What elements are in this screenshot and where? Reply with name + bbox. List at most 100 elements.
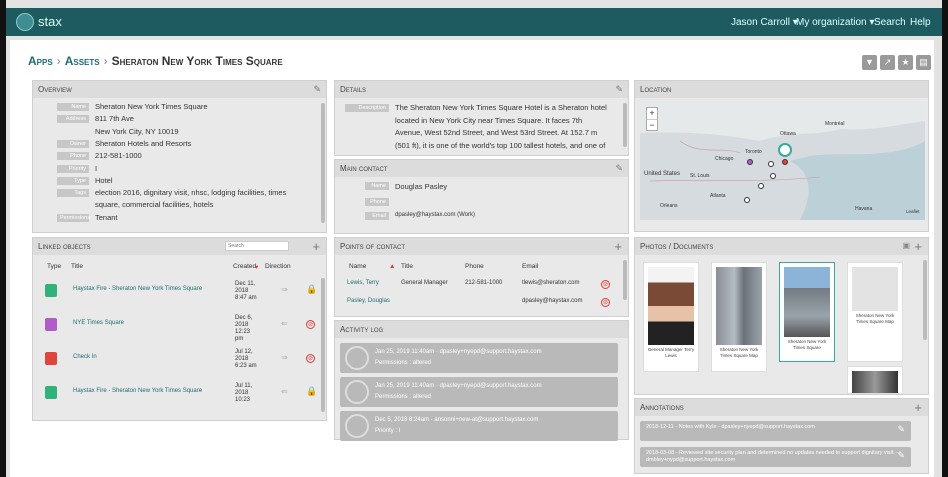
linked-title[interactable]: NYE Times Square: [73, 320, 124, 326]
document-icon: [45, 284, 57, 297]
created-date: Jul 11,: [235, 383, 253, 389]
search-input[interactable]: [225, 241, 289, 251]
overview-header: Overview ✎: [33, 81, 326, 98]
photo-thumbnail[interactable]: Sheraton New York Times Square Map: [847, 262, 903, 362]
edit-icon[interactable]: ✎: [897, 451, 905, 460]
scrollbar[interactable]: [923, 260, 927, 340]
field-value: 811 7th Ave: [95, 114, 134, 124]
map-attribution[interactable]: Leaflet: [906, 209, 920, 214]
breadcrumb-apps[interactable]: Apps: [28, 54, 53, 68]
linked-title[interactable]: Check In: [73, 354, 97, 360]
contact-name[interactable]: Pasley, Douglas: [347, 298, 390, 304]
edit-icon[interactable]: ✎: [313, 84, 321, 95]
add-icon[interactable]: +: [914, 400, 922, 415]
activity-body: Permissions : altered: [375, 394, 432, 400]
edit-icon[interactable]: ✎: [615, 163, 623, 174]
org-menu[interactable]: My organization ▾: [796, 17, 874, 28]
contact-name[interactable]: Lewis, Terry: [347, 280, 379, 286]
zoom-out-button[interactable]: −: [647, 119, 657, 131]
created-date: Dec 11,: [235, 281, 256, 287]
photo-thumbnail[interactable]: General Manager Terry Lewis: [643, 262, 699, 372]
column-title[interactable]: Title: [401, 263, 413, 270]
help-link[interactable]: Help: [910, 17, 931, 28]
sort-asc-icon[interactable]: ▲: [389, 263, 395, 270]
map-marker[interactable]: [758, 183, 764, 189]
edit-icon[interactable]: ✎: [897, 425, 905, 434]
edit-icon[interactable]: ✎: [615, 84, 623, 95]
created-date: 10:23: [235, 397, 251, 403]
scrollbar[interactable]: [321, 103, 325, 223]
breadcrumb-separator: ›: [103, 54, 108, 68]
column-email[interactable]: Email: [522, 263, 538, 270]
remove-icon[interactable]: ⊘: [601, 280, 610, 289]
contact-email[interactable]: tlewis@sheraton.com: [522, 280, 579, 286]
poc-header: Points of contact +: [335, 238, 628, 255]
activity-heading: Dec 5, 2018 8:24am · ansonni+new-at@supp…: [375, 417, 539, 423]
field-value: 212-581-1000: [95, 151, 142, 161]
star-icon[interactable]: ★: [898, 55, 913, 70]
image-icon[interactable]: ▣: [902, 241, 910, 250]
name-label: Name: [365, 182, 389, 190]
add-icon[interactable]: +: [312, 239, 320, 254]
photo-thumbnail[interactable]: [847, 366, 903, 394]
description-line: (501 ft), it is one of the world's top 1…: [395, 140, 606, 150]
column-type[interactable]: Type: [47, 263, 61, 270]
annotations-header: Annotations +: [635, 399, 928, 416]
description-label: Description: [345, 104, 389, 112]
linked-title[interactable]: Haystax Fire - Sheraton New York Times S…: [73, 286, 202, 292]
org-name[interactable]: My organization: [796, 17, 867, 28]
column-direction[interactable]: Direction: [265, 263, 291, 270]
annotations-panel: Annotations + 2018-12-11 - Notes with Kyl…: [634, 398, 929, 474]
column-created[interactable]: Created: [233, 263, 256, 270]
activity-heading: Jan 25, 2019 11:40am · dpasley+nyepd@sup…: [375, 349, 542, 355]
pin-icon[interactable]: ↗: [880, 55, 895, 70]
field-value: Tenant: [95, 212, 118, 222]
add-icon[interactable]: +: [614, 239, 622, 254]
contact-email[interactable]: dpasley@haystax.com (Work): [395, 212, 475, 218]
scrollbar[interactable]: [623, 260, 627, 300]
email-label: Email: [365, 212, 389, 220]
search-link[interactable]: Search: [874, 17, 906, 28]
remove-icon[interactable]: ⊘: [601, 298, 610, 307]
remove-icon[interactable]: ⊘: [306, 354, 315, 363]
map[interactable]: + − Montréal Ottawa Toronto Chicago Unit…: [640, 101, 925, 220]
map-marker[interactable]: [770, 173, 776, 179]
zoom-in-button[interactable]: +: [647, 108, 657, 119]
field-label: Address: [57, 115, 89, 124]
haystax-logo-icon[interactable]: [16, 13, 34, 31]
scrollbar[interactable]: [321, 278, 325, 412]
map-marker[interactable]: [782, 159, 788, 165]
overview-panel: Overview ✎ Name Sheraton New York Times Sq…: [32, 80, 327, 233]
field-value: Sheraton New York Times Square: [95, 102, 208, 111]
activity-log-header: Activity log: [335, 321, 628, 338]
user-menu[interactable]: Jason Carroll ▾: [731, 17, 798, 28]
photo-thumbnail-selected[interactable]: Sheraton New York Times Square: [779, 262, 835, 362]
scrollbar[interactable]: [623, 103, 627, 147]
description-line: located in New York City near Times Squa…: [395, 115, 583, 125]
contact-email[interactable]: dpasley@haystax.com: [522, 298, 582, 304]
column-phone[interactable]: Phone: [465, 263, 484, 270]
column-name[interactable]: Name: [349, 263, 366, 270]
breadcrumb-assets[interactable]: Assets: [65, 54, 100, 68]
overview-title: Overview: [38, 85, 72, 94]
photo-thumbnail[interactable]: Sheraton New York Times Square Map: [711, 262, 767, 372]
column-title[interactable]: Title: [71, 263, 83, 270]
user-name[interactable]: Jason Carroll: [731, 17, 790, 28]
remove-icon[interactable]: ⊘: [306, 320, 315, 329]
sort-desc-icon[interactable]: ▾: [255, 263, 258, 271]
created-date: 2018: [235, 322, 249, 328]
field-value: I: [95, 163, 98, 173]
activity-log-panel: Activity log Jan 25, 2019 11:40am · dpas…: [334, 320, 629, 441]
map-marker[interactable]: [768, 161, 774, 167]
map-marker[interactable]: [747, 159, 753, 165]
add-icon[interactable]: +: [914, 239, 922, 254]
map-marker[interactable]: [744, 197, 750, 203]
field-label: Priority: [57, 164, 89, 173]
linked-title[interactable]: Haystax Fire - Sheraton New York Times S…: [73, 388, 202, 394]
app-window: stax Jason Carroll ▾ My organization ▾ S…: [6, 0, 942, 477]
map-marker-selected[interactable]: [778, 143, 792, 157]
filter-icon[interactable]: ▼: [862, 55, 877, 70]
location-title: Location: [640, 85, 672, 94]
map-label: Montréal: [825, 121, 845, 127]
print-icon[interactable]: ▤: [916, 55, 931, 70]
